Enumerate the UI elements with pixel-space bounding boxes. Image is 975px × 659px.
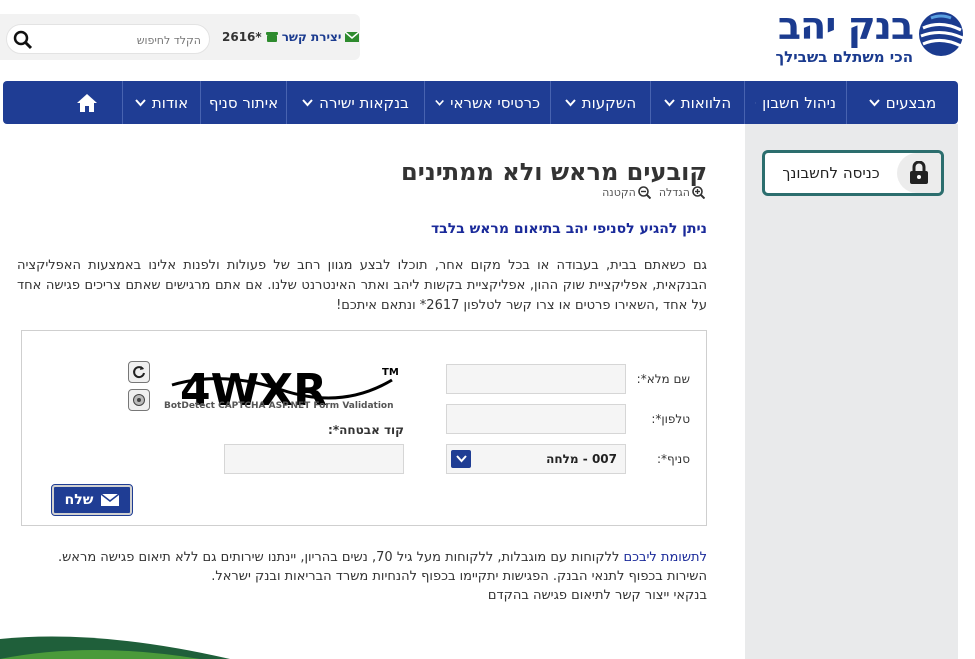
nav-label: כרטיסי אשראי	[450, 93, 540, 112]
nav-item-direct-banking[interactable]: בנקאות ישירה	[286, 81, 424, 124]
zoom-in-icon	[692, 186, 705, 199]
nav-label: אודות	[151, 93, 189, 112]
phone-icon	[265, 32, 278, 42]
contact-link[interactable]: יצירת קשר *2616	[222, 30, 360, 44]
attention-link[interactable]: לתשומת ליבכם	[623, 550, 707, 565]
zoom-in-button[interactable]: הגדלה	[659, 186, 705, 199]
chevron-down-icon	[451, 450, 471, 468]
nav-item-investments[interactable]: השקעות	[550, 81, 650, 124]
globe-logo-icon	[919, 12, 964, 56]
chevron-down-icon	[869, 98, 880, 106]
intro-paragraph: גם כשאתם בבית, בעבודה או בכל מקום אחר, ת…	[17, 258, 707, 313]
sidebar: כניסה לחשבונך	[745, 124, 958, 659]
zoom-out-button[interactable]: הקטנה	[602, 186, 651, 199]
mail-icon	[345, 32, 360, 42]
speaker-icon	[133, 394, 145, 406]
main-content: קובעים מראש ולא ממתינים הגדלה הקטנה ניתן…	[0, 124, 745, 659]
bank-logo[interactable]: בנק יהב הכי משתלם בשבילך	[755, 4, 965, 68]
zoom-in-label: הגדלה	[658, 186, 690, 199]
chevron-down-icon	[755, 102, 757, 103]
note-line-3: בנקאי ייצור קשר לתיאום פגישה בהקדם	[487, 588, 707, 603]
branch-label: סניף*:	[657, 452, 690, 466]
branch-select[interactable]: 007 - מלחה	[446, 444, 626, 474]
nav-label: השקעות	[581, 93, 637, 112]
main-nav: מבצעים ניהול חשבון הלוואות השקעות כרטיסי…	[3, 81, 958, 124]
svg-text:TM: TM	[382, 367, 399, 378]
captcha-code-label: קוד אבטחה*:	[328, 423, 404, 437]
zoom-out-icon	[638, 186, 651, 199]
nav-item-credit-cards[interactable]: כרטיסי אשראי	[424, 81, 550, 124]
phone-label: טלפון*:	[651, 412, 690, 426]
note-text: ללקוחות עם מוגבלות, ללקוחות מעל גיל 70, …	[57, 550, 624, 565]
login-button[interactable]: כניסה לחשבונך	[762, 150, 944, 196]
captcha-code-field[interactable]	[224, 444, 404, 474]
search-box	[6, 24, 210, 54]
top-utility-bar: יצירת קשר *2616	[0, 14, 360, 60]
search-input[interactable]	[39, 30, 201, 50]
zoom-out-label: הקטנה	[602, 186, 636, 199]
captcha-footer: BotDetect CAPTCHA ASP.NET Form Validatio…	[164, 401, 394, 411]
branch-selected-value: 007 - מלחה	[546, 452, 617, 466]
text-zoom-controls: הגדלה הקטנה	[602, 186, 705, 199]
search-icon[interactable]	[13, 30, 33, 50]
fullname-field[interactable]	[446, 364, 626, 394]
chevron-down-icon	[135, 98, 146, 106]
contact-label: יצירת קשר	[281, 30, 342, 44]
nav-label: הלוואות	[680, 93, 732, 112]
captcha-controls	[128, 361, 150, 411]
contact-number: *2616	[222, 30, 262, 44]
home-icon	[77, 93, 97, 112]
send-button[interactable]: שלח	[51, 484, 133, 516]
nav-item-branch-locator[interactable]: איתור סניף	[200, 81, 286, 124]
note-line-1: לתשומת ליבכם ללקוחות עם מוגבלות, ללקוחות…	[7, 548, 707, 567]
decorative-swoosh	[0, 636, 230, 659]
nav-home[interactable]	[52, 81, 122, 124]
login-label: כניסה לחשבונך	[782, 164, 880, 182]
fullname-label: שם מלא*:	[636, 372, 690, 386]
note-line-2: השירות בכפוף לתנאי הבנק. הפגישות יתקיימו…	[211, 569, 707, 584]
page-subtitle: ניתן להגיע לסניפי יהב בתיאום מראש בלבד	[430, 221, 707, 237]
bank-slogan: הכי משתלם בשבילך	[775, 48, 913, 66]
nav-item-about[interactable]: אודות	[122, 81, 200, 124]
nav-item-account-management[interactable]: ניהול חשבון	[744, 81, 846, 124]
chevron-down-icon	[435, 99, 444, 106]
nav-label: ניהול חשבון	[762, 93, 836, 112]
nav-item-loans[interactable]: הלוואות	[650, 81, 744, 124]
send-label: שלח	[64, 492, 94, 508]
lock-icon-wrap	[897, 153, 941, 193]
appointment-form: שם מלא*: טלפון*: סניף*: 007 - מלחה 4WXR …	[21, 330, 707, 526]
nav-item-promotions[interactable]: מבצעים	[846, 81, 958, 124]
page-title: קובעים מראש ולא ממתינים	[401, 158, 707, 186]
phone-field[interactable]	[446, 404, 626, 434]
envelope-icon	[101, 494, 120, 506]
bank-name: בנק יהב	[777, 4, 914, 48]
chevron-down-icon	[664, 98, 675, 106]
nav-label: איתור סניף	[208, 93, 279, 112]
nav-label: מבצעים	[885, 93, 937, 112]
reload-icon	[133, 366, 145, 379]
lock-icon	[910, 161, 928, 184]
captcha-reload-button[interactable]	[128, 361, 150, 383]
chevron-down-icon	[565, 98, 576, 106]
captcha-audio-button[interactable]	[128, 389, 150, 411]
notes-section: לתשומת ליבכם ללקוחות עם מוגבלות, ללקוחות…	[7, 548, 707, 605]
chevron-down-icon	[302, 98, 313, 106]
nav-label: בנקאות ישירה	[319, 93, 409, 112]
